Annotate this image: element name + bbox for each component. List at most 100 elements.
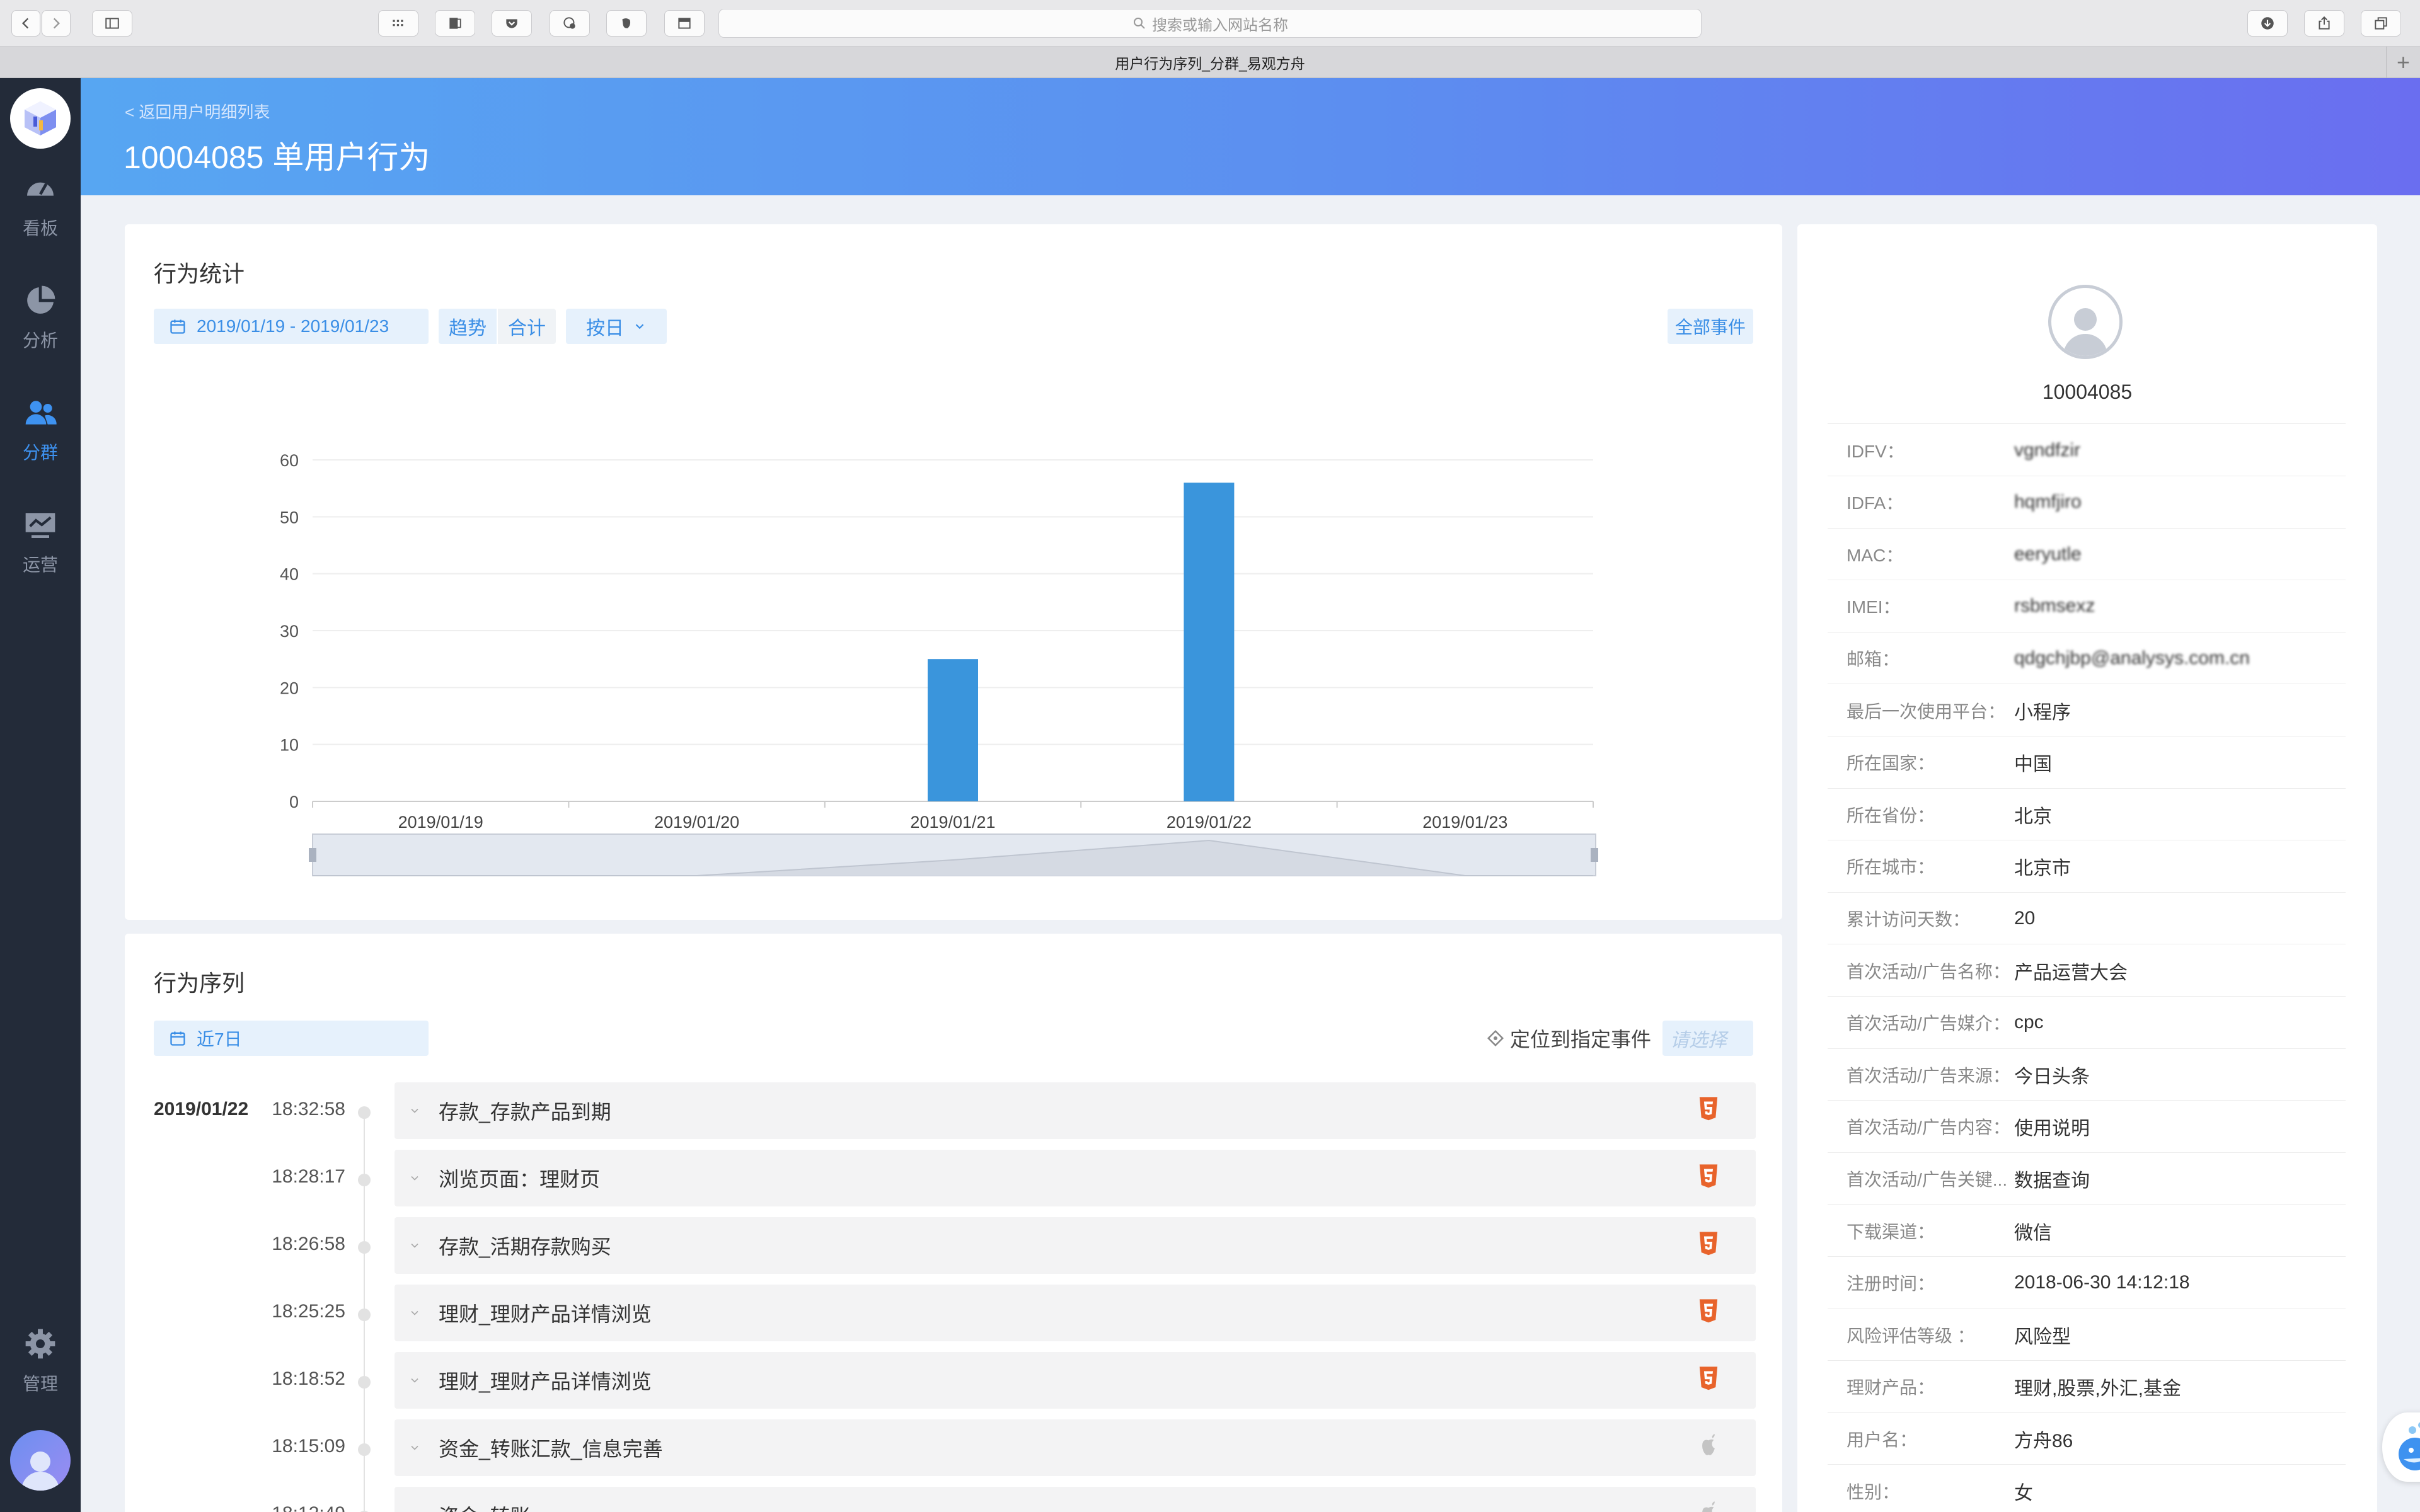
cube-logo-icon xyxy=(25,101,56,135)
profile-field-label: 风险评估等级 ： xyxy=(1847,1326,1975,1346)
profile-field-value: 使用说明 xyxy=(2014,1118,2090,1140)
profile-field-value: 小程序 xyxy=(2014,702,2071,723)
profile-field-value: qdgchjbp@analysys.com.cn xyxy=(2014,647,2250,668)
user-profile-card: 10004085 IDFV： vgndfzir IDFA： hqmfjiro MAC： e… xyxy=(1797,224,2377,1512)
event-row[interactable]: 理财_理财产品详情浏览 xyxy=(395,1352,1756,1409)
forward-button[interactable] xyxy=(42,10,71,37)
chevron-right-icon xyxy=(53,18,60,29)
calendar-icon xyxy=(170,1031,185,1046)
event-time: 18:12:49 xyxy=(271,1503,345,1512)
data-zoom-left-handle[interactable] xyxy=(309,848,316,862)
pie-chart-icon xyxy=(27,285,55,314)
expand-chevron-icon[interactable] xyxy=(408,1509,421,1512)
profile-field-value: 20 xyxy=(2014,907,2036,929)
timeline-dot xyxy=(358,1241,371,1254)
sidebar-item-analysis[interactable]: 分析 xyxy=(0,273,81,362)
share-icon xyxy=(2319,16,2330,30)
profile-field-row: IDFV： vgndfzir xyxy=(1828,425,2346,476)
sidebar-item-admin[interactable]: 管理 xyxy=(0,1317,81,1405)
profile-field-row: 注册时间： 2018-06-30 14:12:18 xyxy=(1828,1257,2346,1309)
apple-icon xyxy=(1698,1433,1719,1458)
data-zoom-right-handle[interactable] xyxy=(1591,848,1598,862)
event-row[interactable]: 资金_转账 xyxy=(395,1487,1756,1512)
timeline-dot xyxy=(358,1174,371,1186)
app-sidebar: 看板 分析 分群 运营 管理 xyxy=(0,78,81,1512)
behavior-sequence-card: 行为序列 近7日 定位到指定事件 请选择 2019/01/22 18:32:58… xyxy=(125,934,1782,1512)
dashboard-icon xyxy=(27,182,54,196)
profile-field-label: 注册时间： xyxy=(1847,1274,1935,1294)
profile-field-label: 首次活动/广告名称： xyxy=(1847,961,2010,982)
download-icon xyxy=(2261,17,2274,30)
tab-title[interactable]: 用户行为序列_分群_易观方舟 xyxy=(1115,52,1305,73)
event-row[interactable]: 资金_转账汇款_信息完善 xyxy=(395,1419,1756,1476)
sequence-range: 近7日 xyxy=(197,1029,242,1049)
profile-field-label: 所在省份： xyxy=(1847,805,1935,825)
profile-field-row: 理财产品： 理财,股票,外汇,基金 xyxy=(1828,1361,2346,1413)
timeline-dot xyxy=(358,1443,371,1456)
html5-icon xyxy=(1698,1096,1719,1121)
sidebar-item-label: 分群 xyxy=(22,443,58,462)
tabs-overview-button[interactable] xyxy=(2361,10,2401,37)
y-tick-label: 50 xyxy=(280,508,299,527)
expand-chevron-icon[interactable] xyxy=(408,1441,421,1454)
profile-field-value: 中国 xyxy=(2014,754,2052,776)
bar-2019/01/21 xyxy=(928,659,978,801)
new-tab-button[interactable]: + xyxy=(2386,47,2420,78)
pocket-extension-button[interactable] xyxy=(492,10,532,37)
behavior-stats-card: 行为统计 2019/01/19 - 2019/01/23 趋势 合计 按日 全部… xyxy=(125,224,1782,920)
user-avatar[interactable] xyxy=(10,1430,71,1491)
evernote-extension-button[interactable] xyxy=(606,10,647,37)
event-time: 18:26:58 xyxy=(272,1234,345,1254)
back-button[interactable] xyxy=(11,10,40,37)
profile-user-id: 10004085 xyxy=(2042,381,2133,403)
expand-chevron-icon[interactable] xyxy=(408,1307,421,1319)
chat-assistant-widget[interactable] xyxy=(2382,1412,2420,1482)
back-to-list-link[interactable]: < 返回用户明细列表 xyxy=(125,100,270,123)
app-logo[interactable] xyxy=(10,88,71,149)
event-row[interactable]: 存款_活期存款购买 xyxy=(395,1217,1756,1274)
pocket-icon xyxy=(506,19,517,28)
profile-field-label: 首次活动/广告内容： xyxy=(1847,1118,2010,1138)
sidebar-item-dashboard[interactable]: 看板 xyxy=(0,161,81,249)
profile-field-label: 所在城市： xyxy=(1847,857,1935,878)
reader-extension-button[interactable] xyxy=(664,10,705,37)
x-tick-label: 2019/01/21 xyxy=(910,813,995,832)
page-title: 10004085 单用户行为 xyxy=(124,140,430,175)
whale-mascot-icon xyxy=(2399,1422,2420,1470)
sidebar-item-segments[interactable]: 分群 xyxy=(0,386,81,474)
expand-chevron-icon[interactable] xyxy=(408,1239,421,1252)
timeline-dot xyxy=(358,1106,371,1119)
html5-icon xyxy=(1698,1164,1719,1189)
locate-event-label: 定位到指定事件 xyxy=(1510,1028,1652,1051)
event-name: 存款_存款产品到期 xyxy=(439,1101,611,1123)
address-bar[interactable]: 搜索或输入网站名称 xyxy=(718,9,1702,38)
sidebar-item-label: 管理 xyxy=(22,1374,58,1394)
event-row[interactable]: 理财_理财产品详情浏览 xyxy=(395,1285,1756,1341)
profile-field-row: 所在省份： 北京 xyxy=(1828,789,2346,841)
grid-extension-button[interactable] xyxy=(378,10,418,37)
expand-chevron-icon[interactable] xyxy=(408,1104,421,1117)
sidebar-item-label: 分析 xyxy=(22,331,58,350)
share-button[interactable] xyxy=(2304,10,2344,37)
locate-event-select[interactable]: 请选择 xyxy=(1662,1021,1753,1056)
sidebar-toggle-button[interactable] xyxy=(92,10,132,37)
expand-chevron-icon[interactable] xyxy=(408,1172,421,1184)
profile-field-row: 首次活动/广告内容： 使用说明 xyxy=(1828,1101,2346,1153)
profile-field-value: 女 xyxy=(2014,1482,2033,1504)
monitor-icon xyxy=(25,513,55,538)
profile-field-row: 最后一次使用平台： 小程序 xyxy=(1828,685,2346,736)
profile-field-row: 首次活动/广告关键... 数据查询 xyxy=(1828,1153,2346,1205)
proxy-extension-button[interactable] xyxy=(550,10,590,37)
profile-divider xyxy=(1828,423,2346,424)
event-row[interactable]: 浏览页面：理财页 xyxy=(395,1150,1756,1206)
sequence-date-picker[interactable]: 近7日 xyxy=(154,1021,429,1056)
browser-toolbar: 搜索或输入网站名称 xyxy=(0,0,2420,47)
expand-chevron-icon[interactable] xyxy=(408,1374,421,1387)
profile-field-label: 所在国家： xyxy=(1847,753,1935,774)
profile-field-row: 所在城市： 北京市 xyxy=(1828,841,2346,893)
onenote-extension-button[interactable] xyxy=(435,10,475,37)
downloads-button[interactable] xyxy=(2247,10,2288,37)
sidebar-item-operations[interactable]: 运营 xyxy=(0,498,81,586)
grid-icon xyxy=(393,20,403,26)
event-row[interactable]: 存款_存款产品到期 xyxy=(395,1082,1756,1139)
